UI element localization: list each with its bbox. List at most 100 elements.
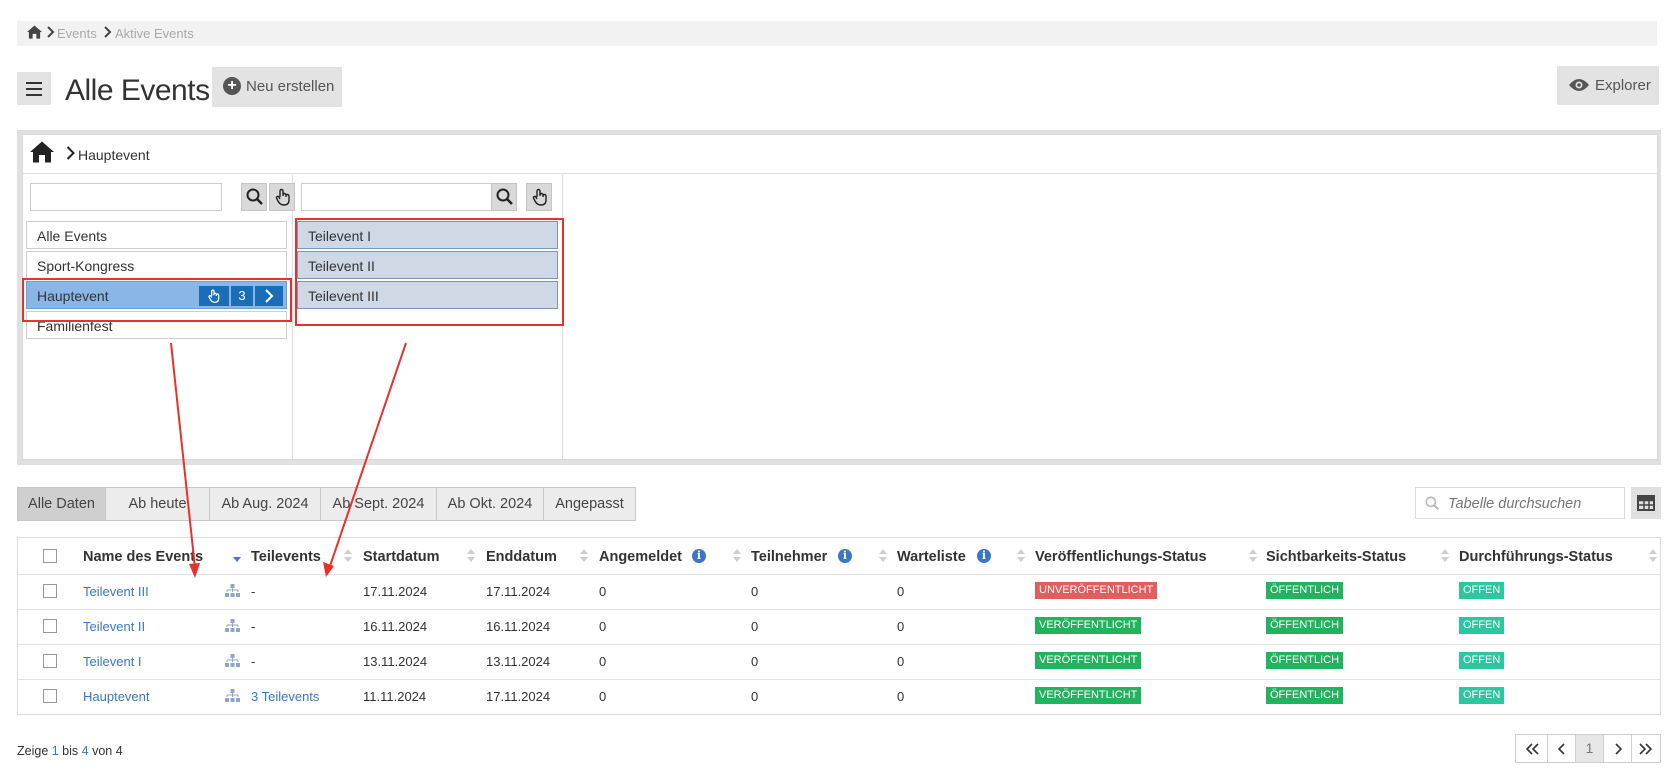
explorer-button[interactable]: Explorer [1557,66,1659,105]
home-icon[interactable] [27,25,42,39]
column-2-search-button[interactable] [491,183,517,211]
explorer-item-sport-kongress[interactable]: Sport-Kongress [26,251,287,279]
hand-pointer-icon [275,188,290,206]
pagination-summary: Zeige 1 bis 4 von 4 [17,744,123,758]
tab-ab-heute[interactable]: Ab heute [105,487,210,521]
tab-ab-aug-2024[interactable]: Ab Aug. 2024 [209,487,321,521]
explorer-breadcrumb: Hauptevent [22,134,1658,174]
column-2-search-input[interactable] [301,183,493,211]
last-page-button[interactable] [1631,734,1661,763]
info-icon[interactable]: i [692,549,706,563]
execution-status-badge: OFFEN [1459,652,1505,669]
header-veroeffentlichungs-status[interactable]: Veröffentlichungs-Status [1035,549,1207,565]
table-search-field[interactable] [1415,487,1625,519]
column-1-search-input[interactable] [30,183,222,211]
sort-desc-icon[interactable] [233,549,241,563]
info-icon[interactable]: i [977,549,991,563]
waitlist-count: 0 [897,584,905,599]
publication-status-badge: UNVERÖFFENTLICHT [1035,582,1158,599]
start-date: 13.11.2024 [363,654,428,669]
visibility-status-badge: ÖFFENTLICH [1266,617,1344,634]
sort-icon[interactable] [467,549,475,563]
summary-from: 1 [51,744,59,758]
sort-icon[interactable] [1017,549,1025,563]
hand-pointer-icon [532,188,547,206]
execution-status-badge: OFFEN [1459,582,1505,599]
publication-status-badge: VERÖFFENTLICHT [1035,687,1142,704]
header-enddatum[interactable]: Enddatum [486,549,557,565]
visibility-status-badge: ÖFFENTLICH [1266,582,1344,599]
sort-icon[interactable] [1649,549,1657,563]
event-name-link[interactable]: Hauptevent [83,689,150,704]
execution-status-badge: OFFEN [1459,617,1505,634]
hamburger-icon [26,82,42,84]
participant-count: 0 [751,654,759,669]
sort-icon[interactable] [1441,549,1449,563]
column-1-search-button[interactable] [241,183,267,211]
double-chevron-left-icon [1525,743,1539,755]
header-sichtbarkeits-status[interactable]: Sichtbarkeits-Status [1266,549,1406,565]
double-chevron-right-icon [1639,743,1653,755]
search-icon [1425,496,1440,511]
column-settings-button[interactable] [1631,487,1661,519]
search-icon [246,188,263,205]
row-checkbox[interactable] [43,619,57,633]
summary-suffix: von 4 [88,744,123,758]
column-1-select-button[interactable] [269,183,295,211]
hierarchy-icon [225,689,240,702]
tab-ab-okt-2024[interactable]: Ab Okt. 2024 [436,487,544,521]
header-teilnehmer[interactable]: Teilnehmer [751,549,827,565]
start-date: 16.11.2024 [363,619,428,634]
header-startdatum[interactable]: Startdatum [363,549,440,565]
sort-icon[interactable] [879,549,887,563]
event-name-link[interactable]: Teilevent I [83,654,142,669]
annotation-box-hauptevent [22,278,292,322]
header-teilevents[interactable]: Teilevents [251,549,321,565]
column-2-select-button[interactable] [526,183,552,211]
event-name-link[interactable]: Teilevent II [83,619,145,634]
eye-icon [1569,79,1589,91]
row-divider [17,679,1661,680]
next-page-button[interactable] [1603,734,1632,763]
header-warteliste[interactable]: Warteliste [897,549,966,565]
chevron-right-icon [1614,743,1622,755]
row-checkbox[interactable] [43,689,57,703]
home-icon[interactable] [30,141,54,163]
sort-icon[interactable] [733,549,741,563]
tab-angepasst[interactable]: Angepasst [543,487,636,521]
teilevents-value: - [251,584,256,599]
sort-icon[interactable] [580,549,588,563]
table-search-input[interactable] [1446,493,1620,515]
waitlist-count: 0 [897,689,905,704]
annotation-box-teilevents [295,218,564,326]
info-icon[interactable]: i [838,549,852,563]
row-checkbox[interactable] [43,654,57,668]
plus-circle-icon: + [223,77,241,95]
visibility-status-badge: ÖFFENTLICH [1266,652,1344,669]
explorer-path-item[interactable]: Hauptevent [78,147,150,163]
breadcrumb-item-events[interactable]: Events [57,26,97,41]
header-name[interactable]: Name des Events [83,549,203,565]
teilevents-link[interactable]: 3 Teilevents [251,689,319,704]
page-number-button[interactable]: 1 [1575,734,1604,763]
header-durchfuehrungs-status[interactable]: Durchführungs-Status [1459,549,1613,565]
chevron-right-icon [104,26,112,38]
event-name-link[interactable]: Teilevent III [83,584,149,599]
registered-count: 0 [599,689,607,704]
previous-page-button[interactable] [1547,734,1576,763]
new-event-button[interactable]: + Neu erstellen [212,67,342,107]
row-divider [17,574,1661,575]
sort-icon[interactable] [1249,549,1257,563]
row-checkbox[interactable] [43,584,57,598]
registered-count: 0 [599,619,607,634]
explorer-item-alle-events[interactable]: Alle Events [26,221,287,249]
sort-icon[interactable] [344,549,352,563]
first-page-button[interactable] [1515,734,1548,763]
menu-toggle-button[interactable] [17,72,51,105]
tab-ab-sept-2024[interactable]: Ab Sept. 2024 [320,487,437,521]
tab-alle-daten[interactable]: Alle Daten [17,487,106,521]
header-angemeldet[interactable]: Angemeldet [599,549,682,565]
select-all-checkbox[interactable] [43,549,57,563]
breadcrumb-item-aktive-events: Aktive Events [115,26,194,41]
explorer-label: Explorer [1595,77,1651,94]
